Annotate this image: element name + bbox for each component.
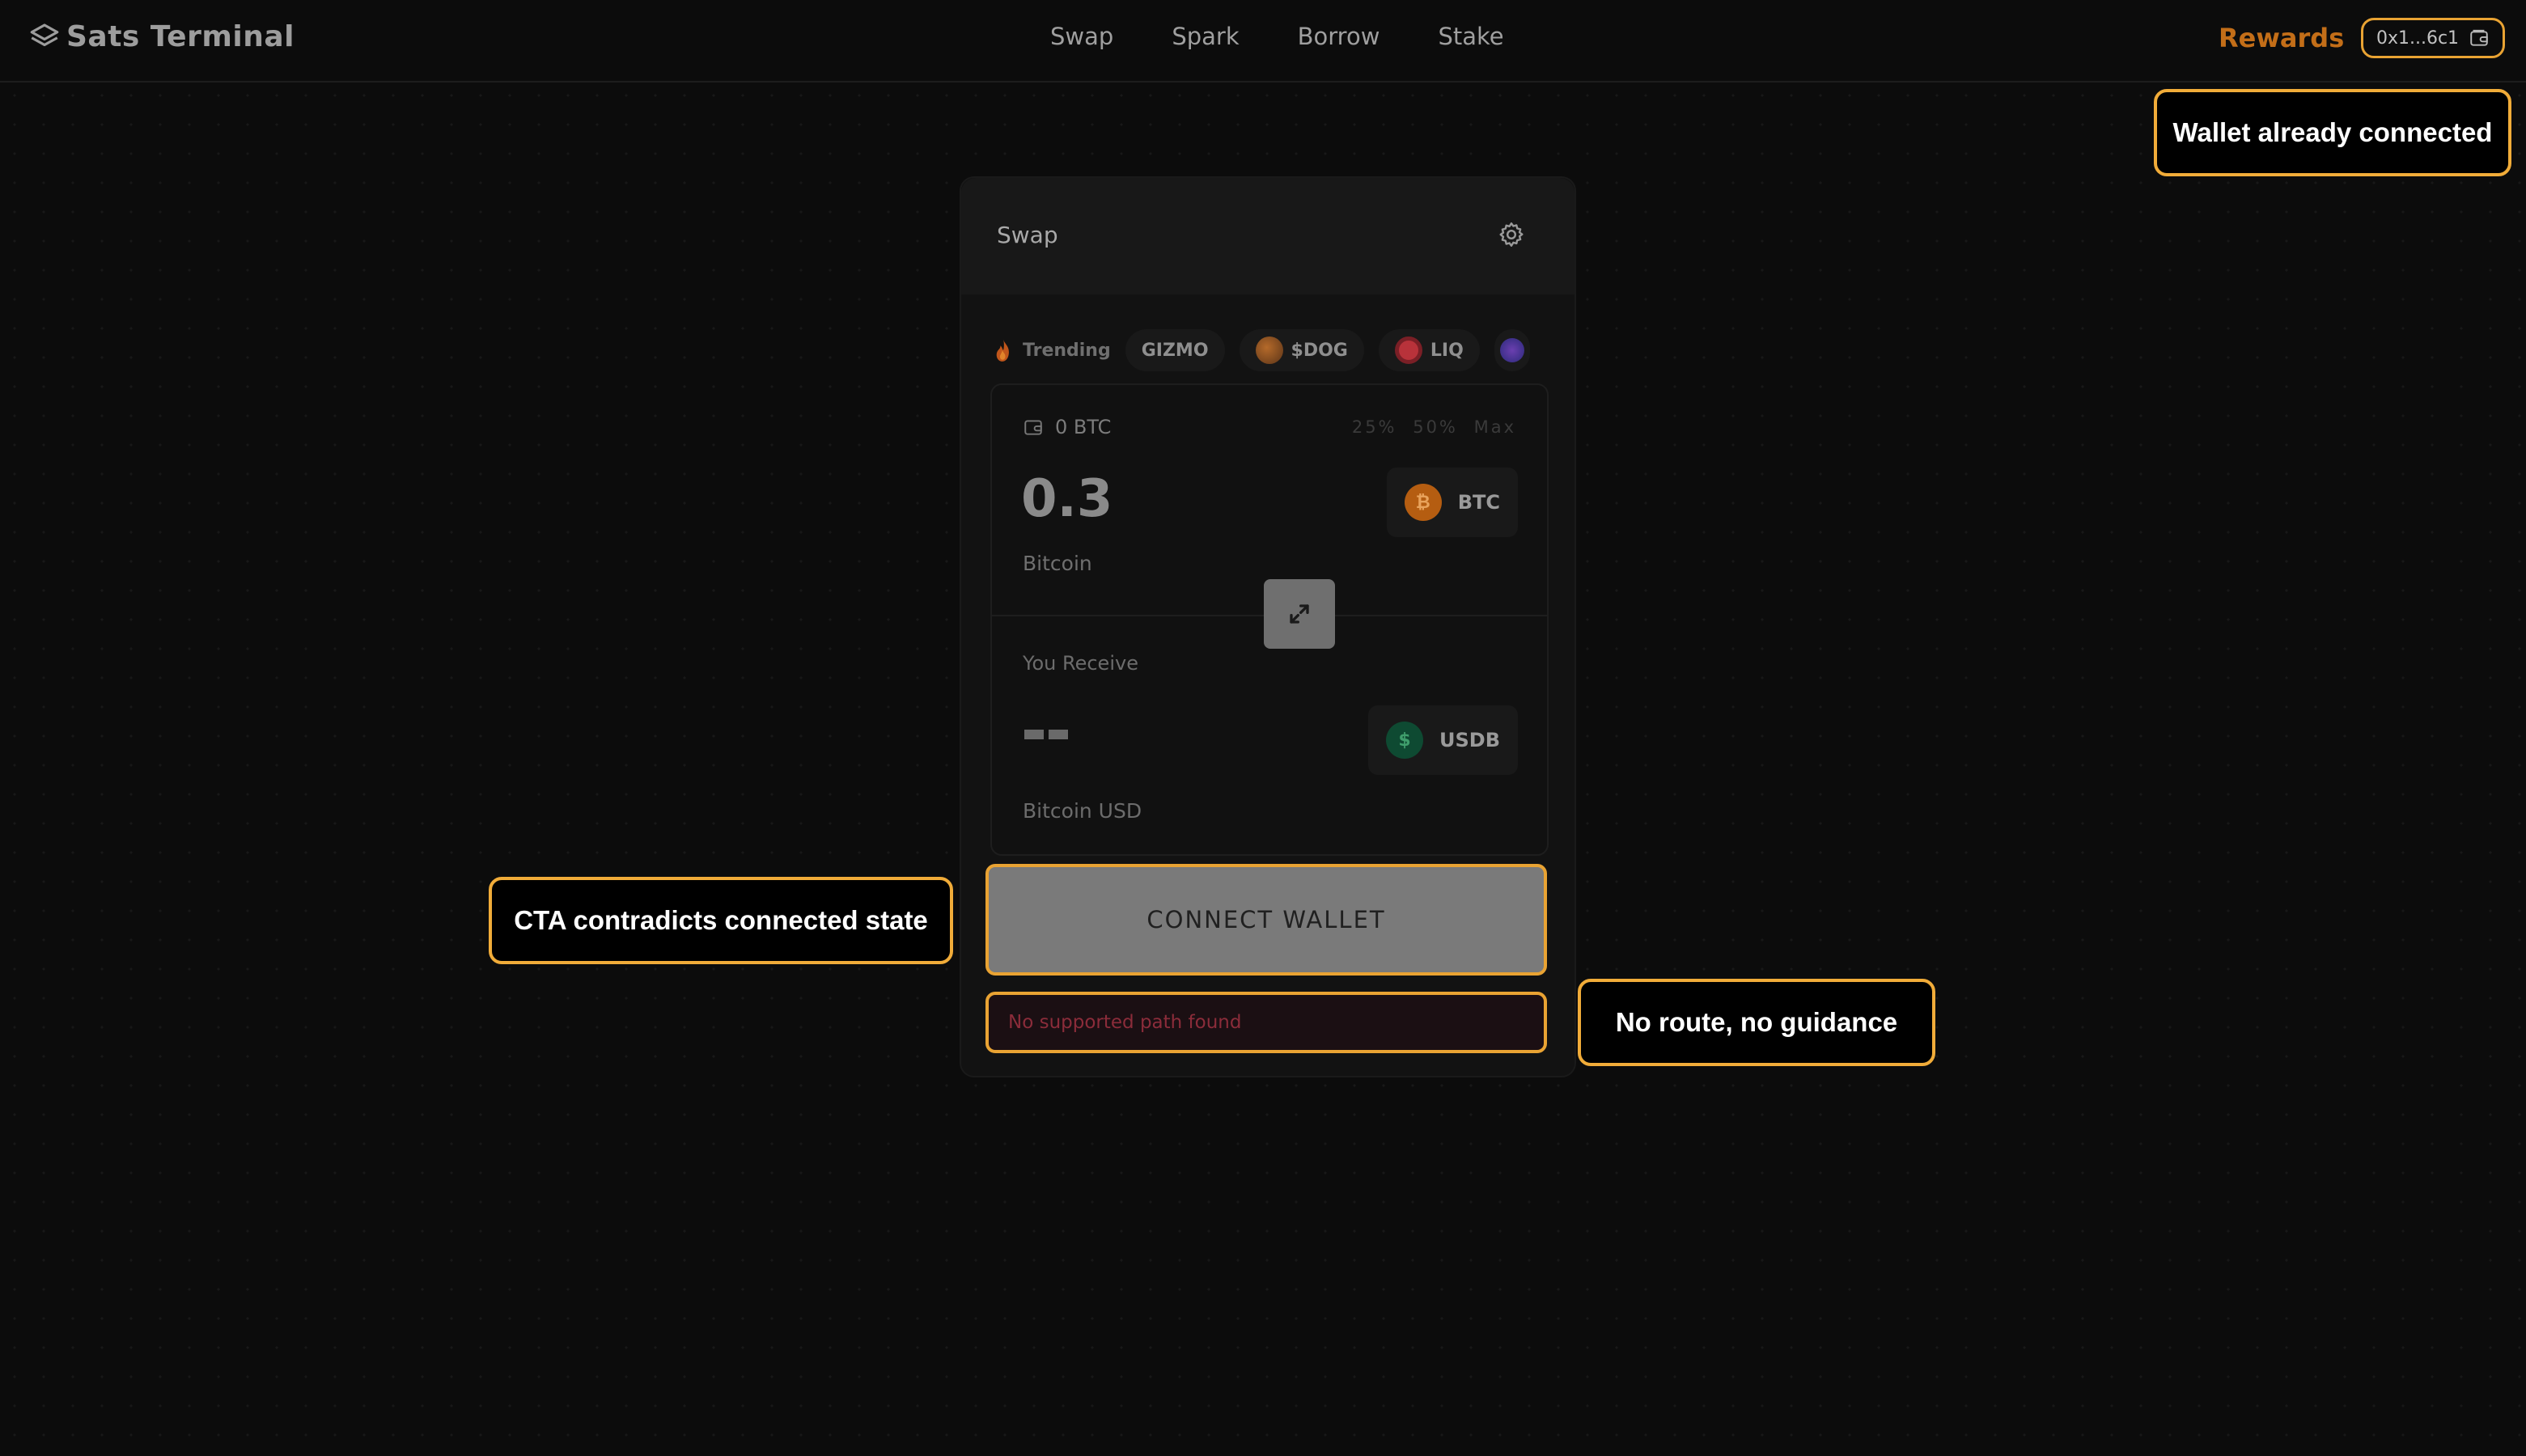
brand-name: Sats Terminal	[66, 19, 295, 53]
swap-card-title: Swap	[997, 222, 1058, 248]
nav-link-spark[interactable]: Spark	[1172, 23, 1239, 50]
receive-token-selector[interactable]: $ USDB	[1368, 705, 1518, 775]
dog-token-icon	[1255, 336, 1283, 364]
wallet-address-button[interactable]: 0x1...6c1	[2361, 18, 2505, 58]
callout-no-route: No route, no guidance	[1578, 979, 1935, 1066]
brand-logo[interactable]: Sats Terminal	[28, 19, 295, 53]
wallet-address: 0x1...6c1	[2376, 28, 2460, 49]
percent-50-button[interactable]: 50%	[1413, 417, 1458, 437]
balance-text: 0 BTC	[1055, 416, 1112, 438]
pay-token-symbol: BTC	[1457, 491, 1500, 514]
swap-input-panel: 0 BTC 25% 50% Max 0.3 Bitcoin ₿ BTC You …	[990, 383, 1549, 856]
trending-chip-label: LIQ	[1430, 340, 1464, 361]
token-icon	[1499, 338, 1524, 362]
route-error-message: No supported path found	[985, 992, 1547, 1053]
callout-wallet-connected: Wallet already connected	[2154, 89, 2511, 176]
layers-logo-icon	[30, 23, 59, 47]
percent-25-button[interactable]: 25%	[1352, 417, 1397, 437]
fire-icon	[996, 339, 1009, 362]
receive-asset-name: Bitcoin USD	[1023, 799, 1142, 823]
nav-link-stake[interactable]: Stake	[1438, 23, 1503, 50]
liq-token-icon	[1394, 336, 1422, 364]
swap-arrows-icon	[1290, 604, 1309, 624]
bitcoin-icon: ₿	[1404, 484, 1442, 521]
wallet-icon	[1024, 420, 1042, 435]
percent-max-button[interactable]: Max	[1474, 417, 1516, 437]
balance-display: 0 BTC	[1023, 416, 1111, 438]
swap-card-header: Swap	[961, 178, 1575, 294]
trending-chip-label: GIZMO	[1141, 340, 1209, 361]
nav-link-borrow[interactable]: Borrow	[1298, 23, 1380, 50]
usdb-icon: $	[1386, 722, 1423, 759]
nav-link-swap[interactable]: Swap	[1050, 23, 1113, 50]
wallet-icon	[2470, 29, 2488, 46]
receive-token-symbol: USDB	[1439, 729, 1500, 751]
trending-chip-more[interactable]	[1494, 329, 1530, 371]
trending-chip-label: $DOG	[1291, 340, 1348, 361]
trending-chip-liq[interactable]: LIQ	[1378, 329, 1480, 371]
pay-asset-name: Bitcoin	[1023, 552, 1092, 575]
trending-chip-gizmo[interactable]: GIZMO	[1125, 329, 1225, 371]
percent-options: 25% 50% Max	[1352, 417, 1516, 437]
receive-label: You Receive	[1023, 652, 1138, 675]
trending-chip-dog[interactable]: $DOG	[1239, 329, 1364, 371]
pay-token-selector[interactable]: ₿ BTC	[1386, 468, 1518, 537]
settings-gear-icon[interactable]	[1497, 220, 1526, 249]
receive-amount-placeholder	[1024, 730, 1068, 739]
route-error-text: No supported path found	[1008, 1012, 1242, 1033]
trending-text: Trending	[1023, 340, 1111, 361]
connect-wallet-button[interactable]: CONNECT WALLET	[985, 864, 1547, 976]
callout-cta-contradiction: CTA contradicts connected state	[489, 877, 953, 964]
trending-label: Trending	[994, 338, 1111, 362]
trending-tokens-row: Trending GIZMO $DOG LIQ	[994, 328, 1545, 372]
rewards-link[interactable]: Rewards	[2219, 23, 2344, 53]
pay-amount-input[interactable]: 0.3	[1021, 469, 1113, 529]
top-nav: Sats Terminal Swap Spark Borrow Stake Re…	[0, 0, 2526, 83]
swap-direction-button[interactable]	[1264, 579, 1335, 649]
main-nav-links: Swap Spark Borrow Stake	[1050, 23, 1562, 50]
